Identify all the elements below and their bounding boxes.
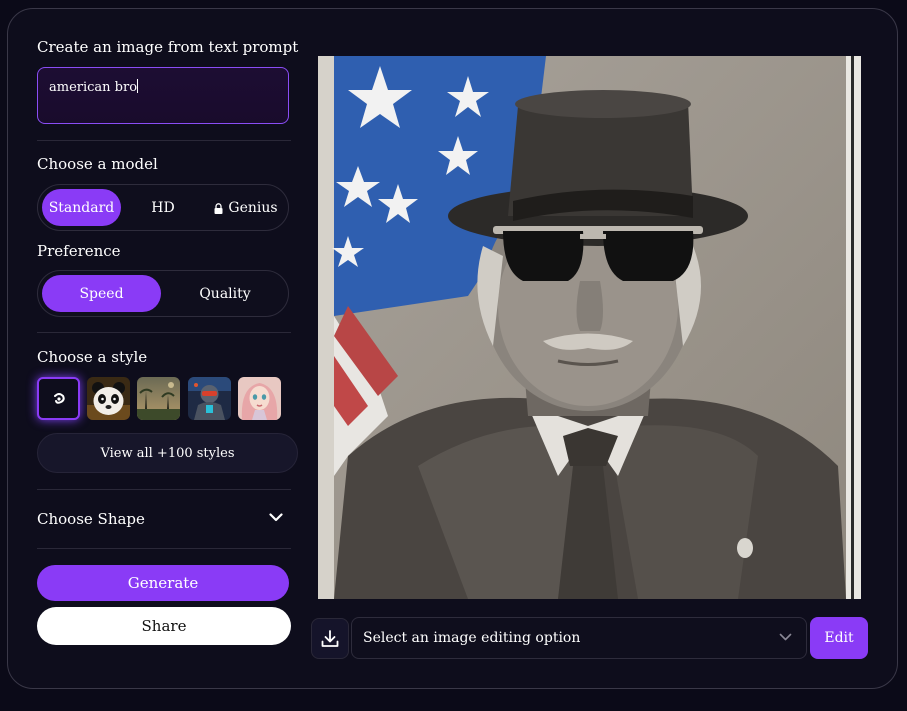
divider xyxy=(37,489,291,490)
chevron-down-icon xyxy=(269,513,283,522)
portrait-thumbnail xyxy=(238,377,281,420)
generate-label: Generate xyxy=(127,574,199,592)
edit-label: Edit xyxy=(824,630,854,646)
model-label: Choose a model xyxy=(37,155,158,173)
panda-thumbnail xyxy=(87,377,130,420)
robot-thumbnail xyxy=(188,377,231,420)
chevron-down-icon xyxy=(779,633,792,641)
style-thumb-panda[interactable] xyxy=(87,377,130,420)
preference-label: Preference xyxy=(37,242,121,260)
preference-option-label: Speed xyxy=(79,285,124,302)
share-button[interactable]: Share xyxy=(37,607,291,645)
prompt-value: american bro xyxy=(49,80,138,95)
style-thumb-robot[interactable] xyxy=(188,377,231,420)
prompt-input[interactable]: american bro xyxy=(37,67,289,124)
model-option-label: Standard xyxy=(48,199,115,216)
style-thumb-landscape[interactable] xyxy=(137,377,180,420)
generated-image-illustration xyxy=(318,56,861,599)
share-label: Share xyxy=(141,617,187,635)
model-option-genius[interactable]: Genius xyxy=(208,189,284,226)
generate-button[interactable]: Generate xyxy=(37,565,289,601)
model-option-standard[interactable]: Standard xyxy=(42,189,121,226)
generated-image xyxy=(318,56,861,599)
preference-option-label: Quality xyxy=(199,285,251,302)
view-all-label: View all +100 styles xyxy=(100,445,235,461)
divider xyxy=(37,332,291,333)
edit-option-placeholder: Select an image editing option xyxy=(363,630,581,646)
prompt-label: Create an image from text prompt xyxy=(37,38,299,56)
style-label: Choose a style xyxy=(37,348,148,366)
view-all-styles-button[interactable]: View all +100 styles xyxy=(37,433,298,473)
download-button[interactable] xyxy=(311,618,349,659)
divider xyxy=(37,548,291,549)
divider xyxy=(37,140,291,141)
preference-option-speed[interactable]: Speed xyxy=(42,275,161,312)
style-thumb-none[interactable] xyxy=(37,377,80,420)
model-option-hd[interactable]: HD xyxy=(128,189,198,226)
preference-option-quality[interactable]: Quality xyxy=(166,275,284,312)
swirl-icon xyxy=(53,392,65,404)
style-thumb-portrait[interactable] xyxy=(238,377,281,420)
edit-button[interactable]: Edit xyxy=(810,617,868,659)
preference-selector: Speed Quality xyxy=(37,270,289,317)
lock-icon xyxy=(214,203,223,214)
landscape-thumbnail xyxy=(137,377,180,420)
shape-dropdown[interactable]: Choose Shape xyxy=(37,508,289,530)
shape-label: Choose Shape xyxy=(37,510,145,528)
text-caret xyxy=(137,79,139,93)
model-selector: Standard HD Genius xyxy=(37,184,289,231)
model-option-label: Genius xyxy=(228,199,278,216)
edit-option-select[interactable]: Select an image editing option xyxy=(351,617,807,659)
model-option-label: HD xyxy=(151,199,175,216)
download-icon xyxy=(321,629,339,647)
